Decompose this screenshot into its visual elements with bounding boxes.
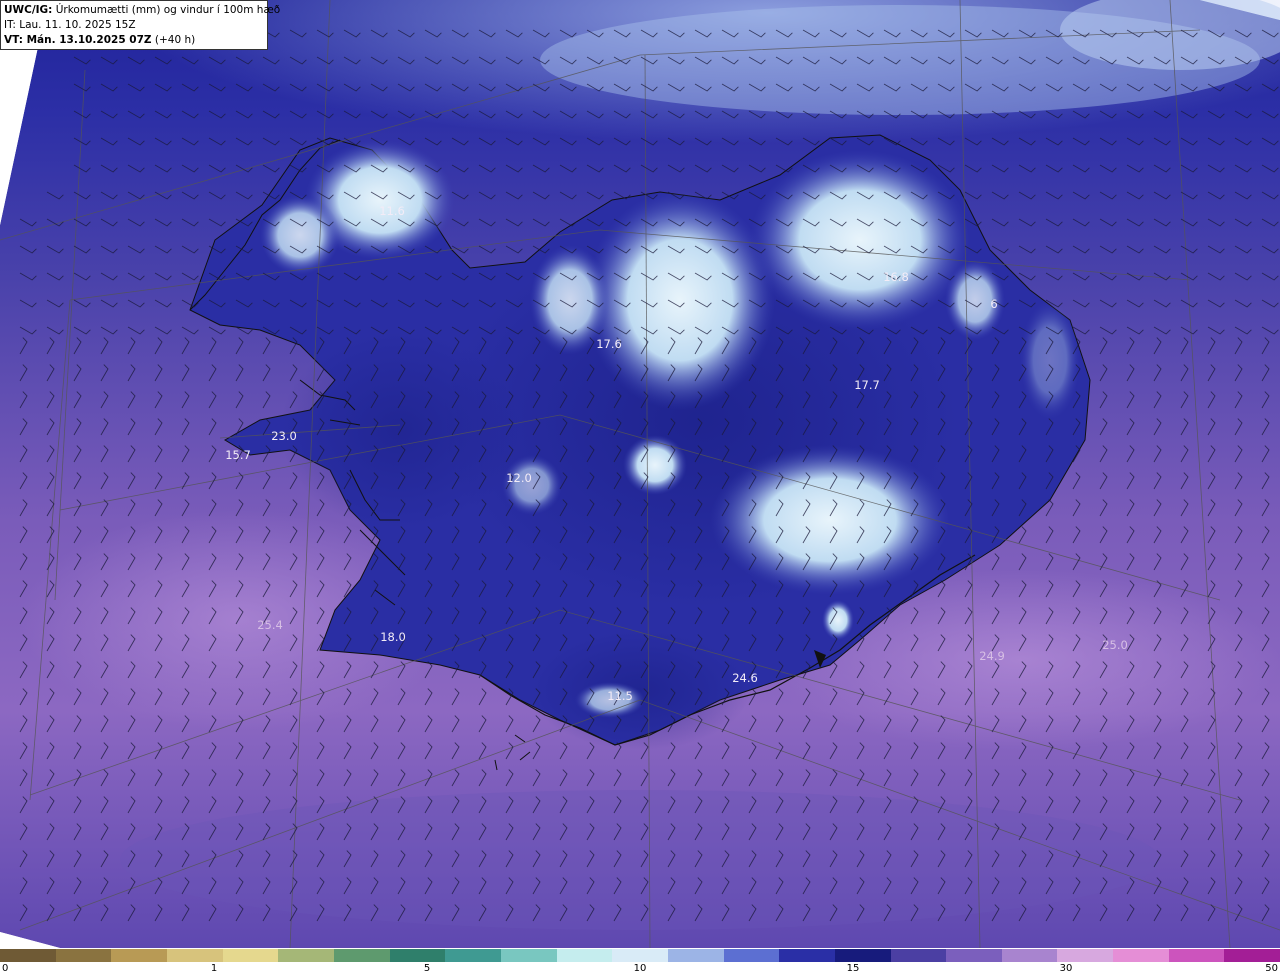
colorbar-segment xyxy=(500,949,557,962)
colorbar-segment xyxy=(222,949,279,962)
colorbar-strip xyxy=(0,949,1280,962)
colorbar-segment xyxy=(389,949,446,962)
colorbar-segment xyxy=(445,949,501,962)
colorbar-segment xyxy=(556,949,613,962)
colorbar-segment xyxy=(111,949,167,962)
colorbar-segment xyxy=(946,949,1002,962)
colorbar-tick: 30 xyxy=(1059,963,1073,974)
colorbar-segment xyxy=(834,949,891,962)
colorbar-segment xyxy=(1168,949,1225,962)
colorbar-segment xyxy=(1224,949,1280,962)
colorbar-tick: 50 xyxy=(1265,963,1278,974)
map-canvas xyxy=(0,0,1280,948)
map-description: Úrkomumætti (mm) og vindur í 100m hæð xyxy=(55,4,281,16)
colorbar-segment xyxy=(1113,949,1169,962)
valid-time-line: VT: Mán. 13.10.2025 07Z (+40 h) xyxy=(4,33,264,48)
colorbar-segment xyxy=(779,949,835,962)
colorbar-segment xyxy=(1057,949,1114,962)
map-title-box: UWC/IG: Úrkomumætti (mm) og vindur í 100… xyxy=(0,0,280,50)
colorbar-tick: 10 xyxy=(633,963,647,974)
colorbar-segment xyxy=(278,949,334,962)
colorbar-tick: 0 xyxy=(2,963,9,974)
model-name: UWC/IG: xyxy=(4,4,53,16)
colorbar-segment xyxy=(723,949,780,962)
colorbar-tick: 1 xyxy=(210,963,218,974)
colorbar-segment xyxy=(0,949,56,962)
colorbar-segment xyxy=(333,949,390,962)
colorbar-segment xyxy=(1001,949,1058,962)
colorbar-tick: 5 xyxy=(423,963,431,974)
precipitation-wind-map[interactable]: UWC/IG: Úrkomumætti (mm) og vindur í 100… xyxy=(0,0,1280,948)
colorbar-segment xyxy=(55,949,112,962)
colorbar-legend: 0 1 5 10 15 30 50 xyxy=(0,948,1280,978)
colorbar-segment xyxy=(667,949,724,962)
title-line: UWC/IG: Úrkomumætti (mm) og vindur í 100… xyxy=(4,3,280,18)
colorbar-segment xyxy=(166,949,223,962)
forecast-hour: (+40 h) xyxy=(154,34,196,46)
colorbar-segment xyxy=(612,949,668,962)
init-time: IT: Lau. 11. 10. 2025 15Z xyxy=(4,19,136,31)
colorbar-segment xyxy=(890,949,947,962)
colorbar-tick: 15 xyxy=(846,963,860,974)
valid-time: VT: Mán. 13.10.2025 07Z xyxy=(4,34,152,46)
